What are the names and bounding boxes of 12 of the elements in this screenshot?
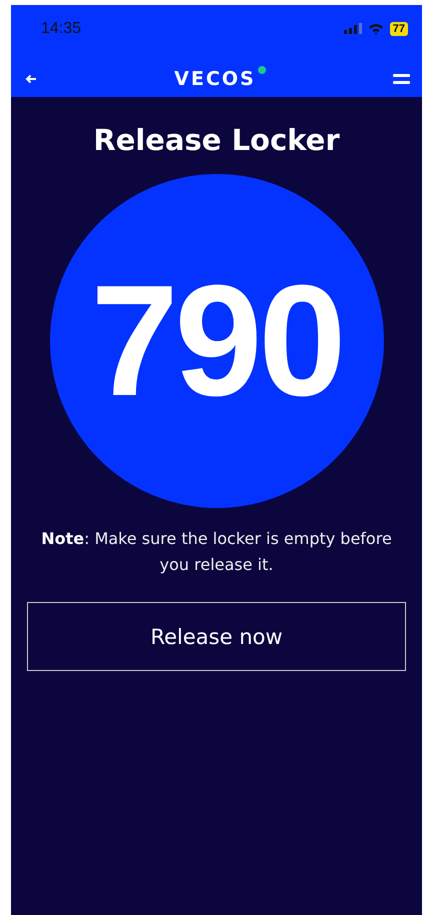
battery-level: 77 — [390, 22, 408, 36]
note-text: Note: Make sure the locker is empty before you release it. — [40, 528, 393, 576]
brand-logo: VECOS — [174, 68, 256, 90]
signal-icon — [344, 23, 362, 34]
clock-time: 14:35 — [41, 20, 82, 38]
back-arrow-icon[interactable] — [25, 74, 37, 84]
wifi-icon — [368, 22, 384, 34]
release-button[interactable]: Release now — [27, 602, 406, 671]
menu-icon[interactable] — [393, 72, 410, 84]
online-dot-icon — [258, 66, 266, 74]
page-title: Release Locker — [93, 123, 340, 157]
locker-number: 790 — [90, 252, 342, 430]
